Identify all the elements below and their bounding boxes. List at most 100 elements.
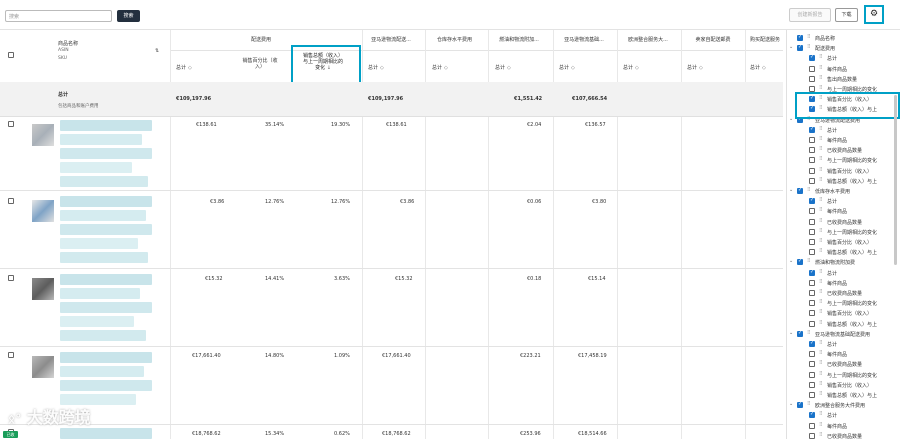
drag-handle-icon[interactable]: ⠿ [819,248,823,254]
drag-handle-icon[interactable]: ⠿ [819,320,823,326]
product-thumbnail[interactable] [32,200,54,222]
drag-handle-icon[interactable]: ⠿ [819,146,823,152]
panel-checkbox[interactable] [809,351,815,358]
panel-subitem[interactable]: ⠿ 销售百分比（收入） [787,237,900,247]
panel-subitem[interactable]: ⠿ 每件商品 [787,206,900,216]
panel-subitem[interactable]: ⠿ 与上一周期相比的变化 [787,370,900,380]
panel-subitem[interactable]: ⠿ 销售总额（收入）与上 [787,247,900,257]
drag-handle-icon[interactable]: ⠿ [819,411,823,417]
chevron-down-icon[interactable]: ⌄ [789,330,793,336]
panel-subitem[interactable]: ⠿ 总计 [787,410,900,420]
panel-checkbox[interactable] [809,197,815,205]
panel-subitem[interactable]: ⠿ 每件商品 [787,64,900,74]
subheader-buy-ship-total[interactable]: 总计 ◇ [750,64,766,71]
panel-subitem[interactable]: ⠿ 已收费商品数量 [787,217,900,227]
panel-checkbox[interactable] [809,279,815,286]
panel-checkbox[interactable] [809,208,815,215]
panel-checkbox[interactable] [809,177,815,184]
drag-handle-icon[interactable]: ⠿ [819,136,823,142]
drag-handle-icon[interactable]: ⠿ [819,207,823,213]
panel-group-item[interactable]: ⠿ 商品名称 [787,33,900,43]
panel-checkbox[interactable] [809,147,815,154]
panel-subitem[interactable]: ⠿ 售出商品数量 [787,74,900,84]
panel-checkbox[interactable] [809,371,815,378]
panel-checkbox[interactable] [809,300,815,307]
drag-handle-icon[interactable]: ⠿ [819,279,823,285]
subheader-mfn-total[interactable]: 总计 ◇ [687,64,703,71]
panel-subitem[interactable]: ⠿ 已收费商品数量 [787,145,900,155]
row-checkbox[interactable] [8,121,14,127]
panel-subitem[interactable]: ⠿ 每件商品 [787,421,900,431]
panel-checkbox[interactable] [797,44,803,52]
panel-checkbox[interactable] [809,126,815,133]
chevron-down-icon[interactable]: ⌄ [789,116,793,122]
drag-handle-icon[interactable]: ⠿ [819,167,823,173]
drag-handle-icon[interactable]: ⠿ [819,371,823,377]
drag-handle-icon[interactable]: ⠿ [819,350,823,356]
panel-subitem[interactable]: ⠿ 销售总额（收入）与上 [787,176,900,186]
panel-subitem[interactable]: ⠿ 总计 [787,125,900,135]
search-button[interactable]: 搜索 [117,10,140,22]
panel-checkbox[interactable] [809,167,815,174]
panel-checkbox[interactable] [809,310,815,317]
chevron-down-icon[interactable]: ⌄ [789,258,793,264]
subheader-low-inv-total[interactable]: 总计 ◇ [432,64,448,71]
drag-handle-icon[interactable]: ⠿ [819,126,823,132]
panel-subitem[interactable]: ⠿ 销售总额（收入）与上 [787,390,900,400]
drag-handle-icon[interactable]: ⠿ [819,65,823,71]
chevron-down-icon[interactable]: ⌄ [789,401,793,407]
panel-checkbox[interactable] [809,361,815,368]
panel-group-item[interactable]: ⌄ ⠿ 燃油和物流附加费 [787,257,900,267]
panel-checkbox[interactable] [809,422,815,429]
drag-handle-icon[interactable]: ⠿ [819,381,823,387]
drag-handle-icon[interactable]: ⠿ [819,228,823,234]
subheader-sales-pct[interactable]: 销售百分比（收入） [240,58,280,70]
panel-checkbox[interactable] [809,381,815,388]
panel-checkbox[interactable] [797,330,803,337]
panel-subitem[interactable]: ⠿ 销售总额（收入）与上 [787,319,900,329]
row-checkbox[interactable] [8,198,14,204]
search-input[interactable]: 搜索 [5,10,112,22]
gear-icon[interactable]: ⚙ [864,5,884,24]
drag-handle-icon[interactable]: ⠿ [819,432,823,438]
panel-subitem[interactable]: ⠿ 销售百分比（收入） [787,380,900,390]
panel-checkbox[interactable] [797,187,803,194]
drag-handle-icon[interactable]: ⠿ [819,156,823,162]
panel-checkbox[interactable] [809,228,815,235]
panel-checkbox[interactable] [809,137,815,143]
panel-group-item[interactable]: ⌄ ⠿ 低库存水平费用 [787,186,900,196]
drag-handle-icon[interactable]: ⠿ [819,85,823,91]
sort-icon[interactable]: ⇅ [155,48,159,54]
product-thumbnail[interactable] [32,278,54,300]
panel-subitem[interactable]: ⠿ 总计 [787,196,900,206]
drag-handle-icon[interactable]: ⠿ [819,218,823,224]
panel-checkbox[interactable] [797,258,803,266]
drag-handle-icon[interactable]: ⠿ [819,340,823,346]
drag-handle-icon[interactable]: ⠿ [819,391,823,397]
drag-handle-icon[interactable]: ⠿ [819,360,823,366]
panel-subitem[interactable]: ⠿ 与上一周期相比的变化 [787,298,900,308]
panel-checkbox[interactable] [809,249,815,256]
drag-handle-icon[interactable]: ⠿ [807,44,811,50]
drag-handle-icon[interactable]: ⠿ [819,238,823,244]
drag-handle-icon[interactable]: ⠿ [807,34,811,40]
drag-handle-icon[interactable]: ⠿ [807,258,811,264]
panel-checkbox[interactable] [809,54,815,62]
panel-checkbox[interactable] [809,340,815,347]
download-button[interactable]: 下载 [835,8,858,22]
panel-checkbox[interactable] [797,34,803,41]
subheader-total[interactable]: 总计 ◇ [176,64,192,71]
subheader-pan-eu-total[interactable]: 总计 ◇ [623,64,639,71]
drag-handle-icon[interactable]: ⠿ [807,187,811,193]
panel-subitem[interactable]: ⠿ 每件商品 [787,278,900,288]
create-report-button[interactable]: 创建新报告 [789,8,831,22]
panel-subitem[interactable]: ⠿ 已收费商品数量 [787,431,900,439]
panel-checkbox[interactable] [809,157,815,164]
drag-handle-icon[interactable]: ⠿ [819,289,823,295]
panel-checkbox[interactable] [809,269,815,276]
drag-handle-icon[interactable]: ⠿ [807,330,811,336]
panel-subitem[interactable]: ⠿ 总计 [787,339,900,349]
drag-handle-icon[interactable]: ⠿ [819,422,823,428]
row-checkbox[interactable] [8,352,14,358]
panel-group-item[interactable]: ⌄ ⠿ 欧洲整合服务大件费用 [787,400,900,410]
